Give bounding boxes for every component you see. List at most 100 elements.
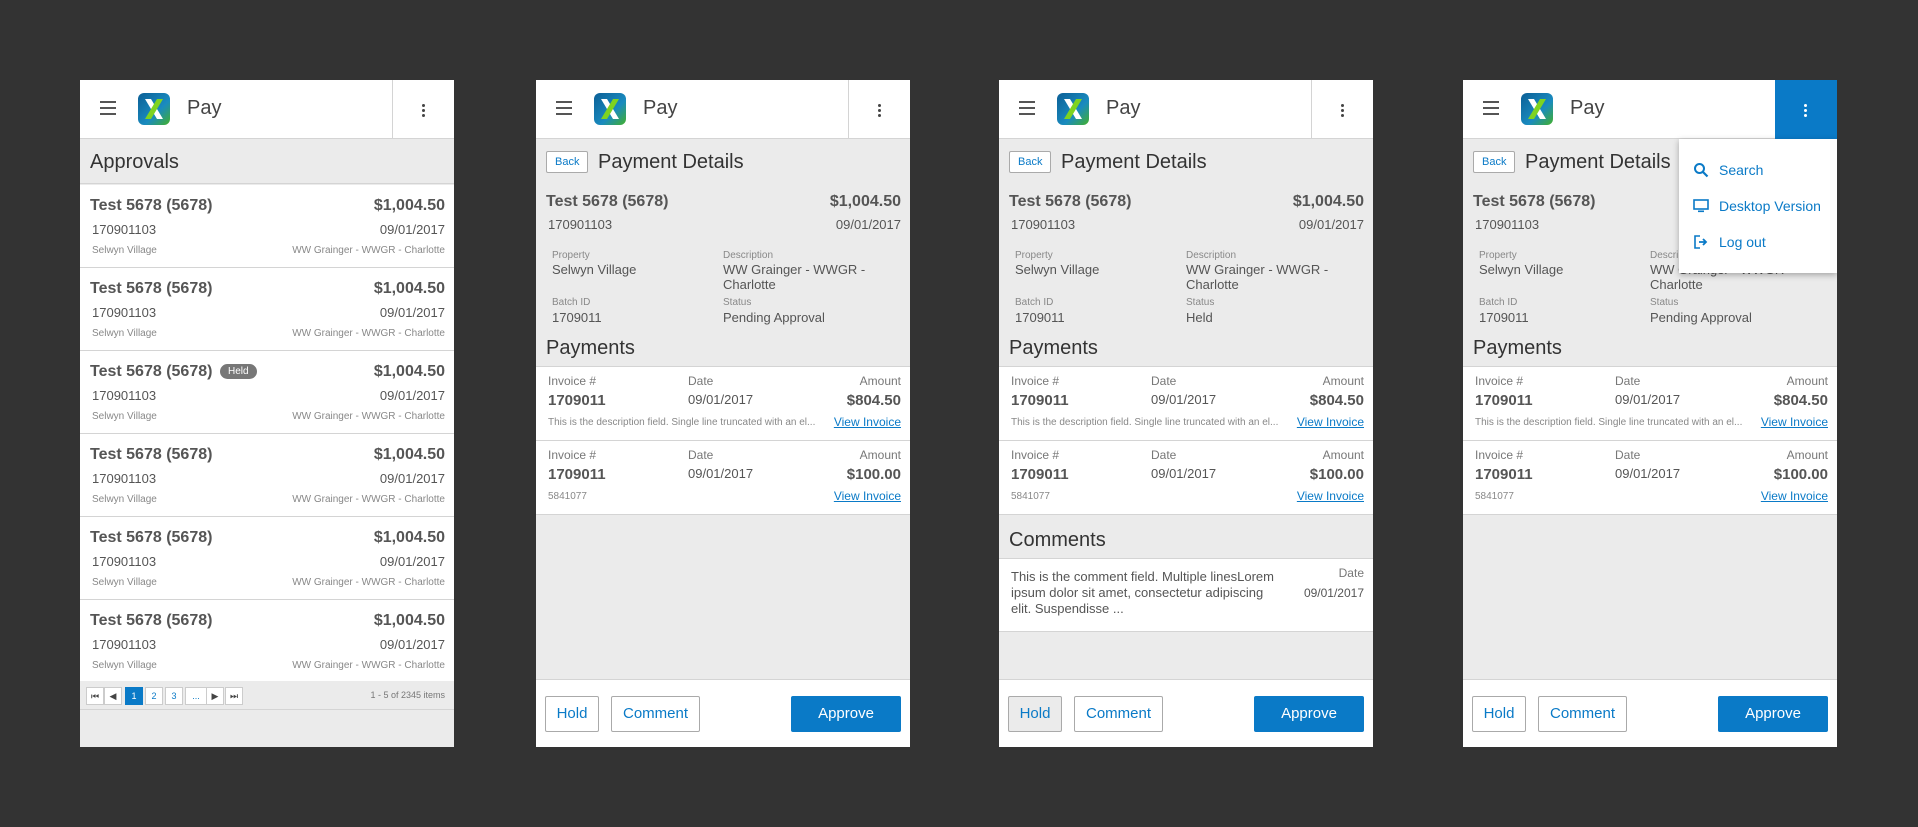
property-label: Property [552,250,590,261]
description-value: WW Grainger - WWGR - Charlotte [1186,262,1329,292]
search-icon [1694,163,1709,178]
hold-button[interactable]: Hold [1472,696,1526,732]
page-1-button[interactable]: 1 [125,687,143,705]
approval-row[interactable]: Test 5678 (5678) $1,004.50 170901103 09/… [80,268,454,351]
menu-item-label: Search [1719,162,1764,178]
view-invoice-link[interactable]: View Invoice [1297,489,1364,503]
invoice-sub-id: 5841077 [548,491,587,502]
approve-button[interactable]: Approve [1718,696,1828,732]
app-bar: Pay [1463,80,1837,139]
action-bar: Hold Comment Approve [536,679,910,747]
status-value: Pending Approval [1650,310,1752,325]
app-logo [594,93,626,125]
invoice-date: 09/01/2017 [1151,466,1217,481]
approval-amount: $1,004.50 [373,363,445,380]
approval-property: Selwyn Village [92,328,157,339]
more-options-icon[interactable] [1775,80,1837,139]
back-button[interactable]: Back [1473,151,1516,173]
hold-button[interactable]: Hold [1008,696,1062,732]
payment-amount: $1,004.50 [1292,193,1364,210]
approve-button[interactable]: Approve [1254,696,1364,732]
invoice-date: 09/01/2017 [688,466,754,481]
action-bar: Hold Comment Approve [999,679,1373,747]
app-bar: Pay [999,80,1373,139]
view-invoice-link[interactable]: View Invoice [834,415,901,429]
invoice-description: This is the description field. Single li… [1011,417,1279,428]
comment-button[interactable]: Comment [1074,696,1163,732]
approve-button[interactable]: Approve [791,696,901,732]
payments-title: Payments [1009,337,1098,359]
invoice-label: Invoice # [548,374,597,388]
last-page-button[interactable]: ⏭ [225,687,243,705]
menu-item-label: Desktop Version [1719,198,1821,214]
hamburger-menu-icon[interactable] [556,101,572,115]
date-label: Date [688,448,714,462]
invoice-number: 1709011 [1011,466,1069,483]
comment-button[interactable]: Comment [611,696,700,732]
app-title: Pay [1106,97,1141,119]
payment-name: Test 5678 (5678) [1473,193,1596,210]
approval-row[interactable]: Test 5678 (5678) $1,004.50 170901103 09/… [80,600,454,683]
divider [536,514,910,515]
approval-row[interactable]: Test 5678 (5678) $1,004.50 170901103 09/… [80,517,454,600]
payment-id: 170901103 [1011,217,1076,232]
hold-button[interactable]: Hold [545,696,599,732]
page-2-button[interactable]: 2 [145,687,163,705]
approval-name: Test 5678 (5678) [90,363,213,380]
approval-amount: $1,004.50 [373,197,445,214]
approval-amount: $1,004.50 [373,446,445,463]
approval-id: 170901103 [92,305,157,320]
comment-date-label: Date [1338,566,1364,580]
page-title: Payment Details [598,151,744,173]
page-3-button[interactable]: 3 [165,687,183,705]
more-options-icon[interactable] [848,80,910,138]
approval-row[interactable]: Test 5678 (5678) Held $1,004.50 17090110… [80,351,454,434]
hamburger-menu-icon[interactable] [100,101,116,115]
view-invoice-link[interactable]: View Invoice [1761,415,1828,429]
payment-date: 09/01/2017 [1298,217,1364,232]
more-pages-button[interactable]: ... [185,687,207,705]
view-invoice-link[interactable]: View Invoice [1761,489,1828,503]
description-label: Description [1186,250,1237,261]
batch-value: 1709011 [1479,310,1529,325]
property-value: Selwyn Village [1015,262,1100,277]
prev-page-button[interactable]: ◀ [104,687,122,705]
description-label: Description [723,250,774,261]
view-invoice-link[interactable]: View Invoice [834,489,901,503]
action-bar: Hold Comment Approve [1463,679,1837,747]
batch-value: 1709011 [1015,310,1065,325]
back-button[interactable]: Back [1009,151,1052,173]
invoice-label: Invoice # [1475,448,1524,462]
approval-property: Selwyn Village [92,245,157,256]
view-invoice-link[interactable]: View Invoice [1297,415,1364,429]
approval-date: 09/01/2017 [379,471,445,486]
status-value: Held [1186,310,1213,325]
approval-amount: $1,004.50 [373,612,445,629]
invoice-number: 1709011 [1475,466,1533,483]
hamburger-menu-icon[interactable] [1019,101,1035,115]
invoice-number: 1709011 [548,466,606,483]
invoice-number: 1709011 [1011,392,1069,409]
approval-row[interactable]: Test 5678 (5678) $1,004.50 170901103 09/… [80,434,454,517]
approval-description: WW Grainger - WWGR - Charlotte [292,660,445,671]
approval-date: 09/01/2017 [379,305,445,320]
comment-row: This is the comment field. Multiple line… [999,558,1373,632]
invoice-label: Invoice # [548,448,597,462]
hamburger-menu-icon[interactable] [1483,101,1499,115]
back-button[interactable]: Back [546,151,589,173]
more-options-icon[interactable] [1311,80,1373,138]
invoice-number: 1709011 [548,392,606,409]
first-page-button[interactable]: ⏮ [86,687,104,705]
comment-button[interactable]: Comment [1538,696,1627,732]
next-page-button[interactable]: ▶ [206,687,224,705]
payment-amount: $1,004.50 [829,193,901,210]
pagination: ⏮ ◀ 1 2 3 ... ▶ ⏭ 1 - 5 of 2345 items [80,681,454,710]
approvals-screen: Pay Approvals Test 5678 (5678) $1,004.50… [80,80,454,747]
date-label: Date [688,374,714,388]
approval-row[interactable]: Test 5678 (5678) $1,004.50 170901103 09/… [80,185,454,268]
approval-property: Selwyn Village [92,577,157,588]
comment-date: 09/01/2017 [1303,586,1364,600]
property-label: Property [1015,250,1053,261]
more-options-icon[interactable] [392,80,454,138]
logout-icon [1694,235,1708,249]
